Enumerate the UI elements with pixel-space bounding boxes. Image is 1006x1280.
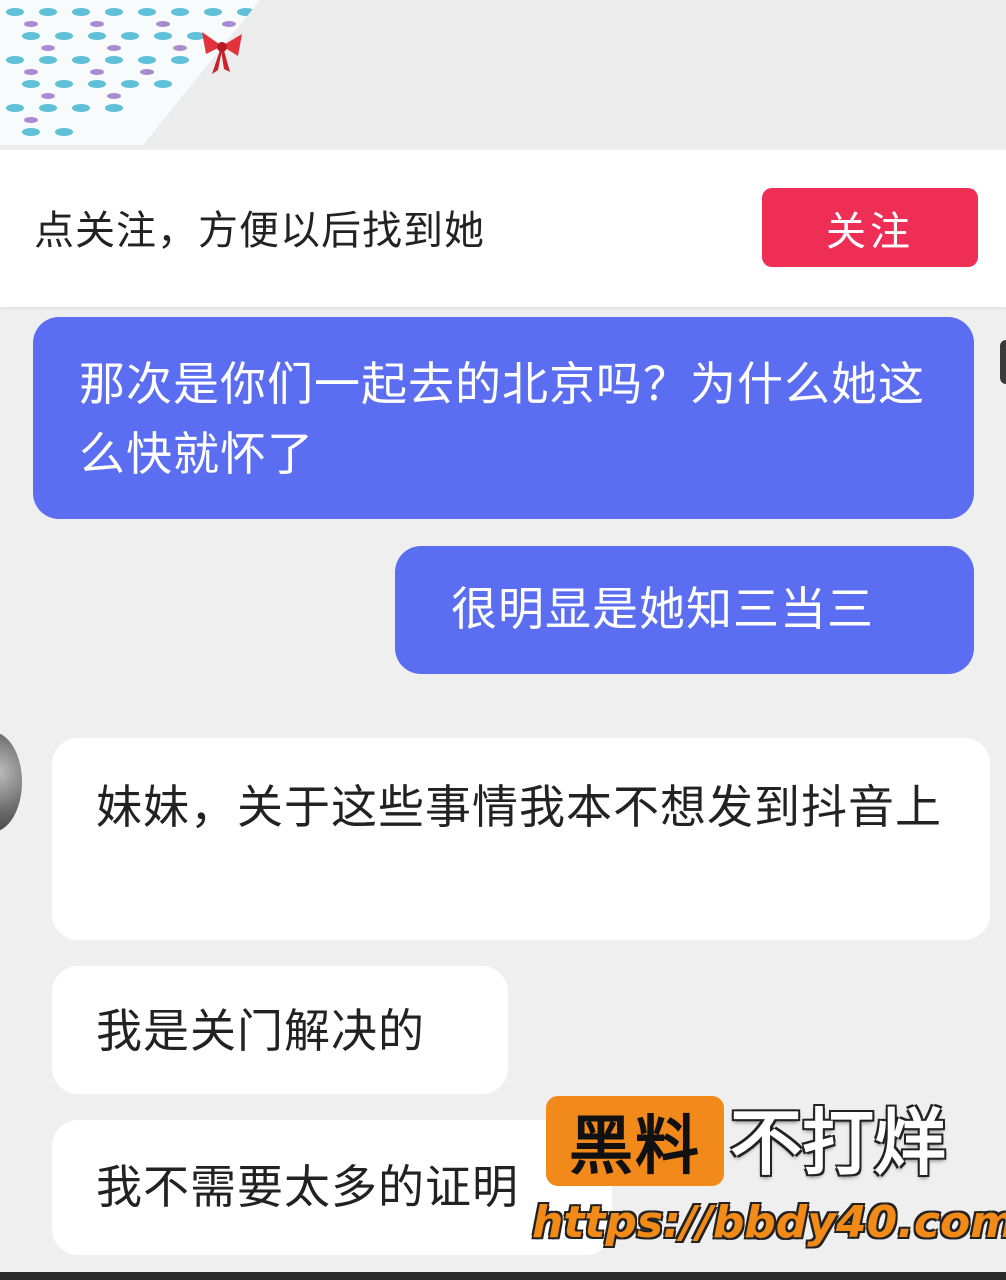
bottom-bar: [0, 1272, 1006, 1280]
message-bubble-sent[interactable]: 很明显是她知三当三: [395, 546, 974, 674]
bow-icon: [202, 32, 242, 74]
message-bubble-received[interactable]: 我是关门解决的: [52, 966, 508, 1094]
watermark-url: https://bbdy40.com: [532, 1197, 1006, 1248]
watermark-badge: 黑料: [546, 1096, 724, 1186]
message-bubble-received[interactable]: 我不需要太多的证明: [52, 1120, 612, 1255]
message-bubble-received[interactable]: 妹妹，关于这些事情我本不想发到抖音上: [52, 738, 990, 940]
follow-button[interactable]: 关注: [762, 188, 978, 267]
watermark-slogan: 不打烊: [730, 1101, 947, 1185]
message-bubble-sent[interactable]: 那次是你们一起去的北京吗？为什么她这么快就怀了: [33, 317, 974, 519]
avatar[interactable]: [0, 732, 22, 832]
follow-prompt-text: 点关注，方便以后找到她: [34, 208, 485, 254]
avatar[interactable]: [1000, 340, 1006, 384]
